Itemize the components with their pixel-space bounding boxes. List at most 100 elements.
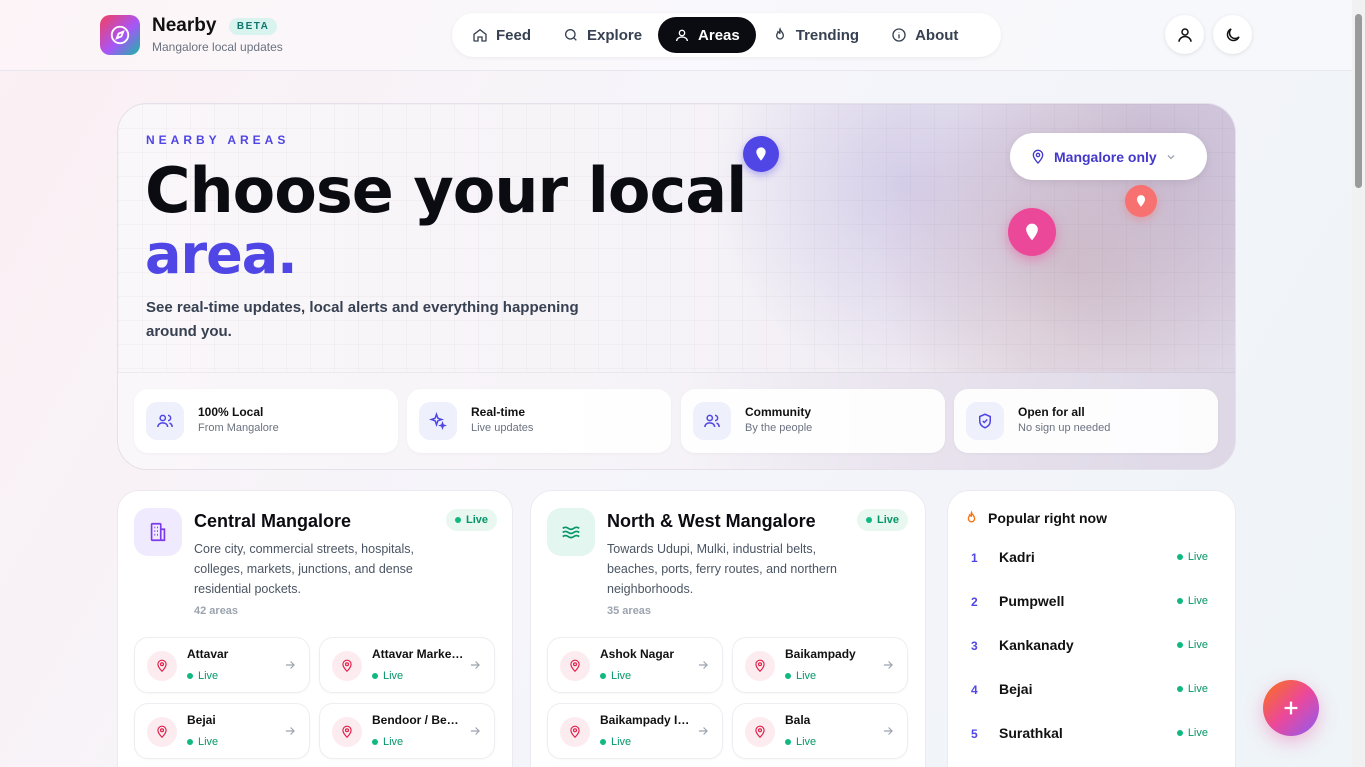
area-live-status: Live bbox=[600, 736, 631, 748]
popular-live-status: Live bbox=[1176, 639, 1208, 651]
area-chip[interactable]: Attavar Live bbox=[134, 637, 310, 693]
area-live-status: Live bbox=[785, 670, 816, 682]
popular-rank: 1 bbox=[971, 551, 978, 565]
create-post-button[interactable] bbox=[1263, 680, 1319, 736]
area-pin-box bbox=[560, 717, 590, 747]
live-label: Live bbox=[877, 514, 900, 526]
popular-live-status: Live bbox=[1176, 683, 1208, 695]
tab-label: About bbox=[915, 26, 959, 44]
brand-subtitle: Mangalore local updates bbox=[152, 40, 283, 54]
map-pin-marker[interactable] bbox=[1125, 185, 1157, 217]
live-label: Live bbox=[466, 514, 489, 526]
flame-icon bbox=[775, 27, 784, 40]
popular-item[interactable]: 1 Kadri Live bbox=[948, 538, 1237, 582]
popular-item[interactable]: 2 Pumpwell Live bbox=[948, 582, 1237, 626]
arrow-right-icon bbox=[470, 661, 480, 669]
popular-panel: Popular right now 1 Kadri Live 2 Pumpwel… bbox=[947, 490, 1236, 767]
sparkles-icon bbox=[429, 412, 447, 430]
area-live-status: Live bbox=[187, 670, 218, 682]
hero-divider bbox=[118, 372, 1235, 373]
hero-title-accent: area. bbox=[145, 223, 298, 286]
area-live-status: Live bbox=[372, 736, 403, 748]
map-pin-icon bbox=[755, 659, 765, 673]
city-select-dropdown[interactable]: Mangalore only bbox=[1010, 133, 1207, 180]
area-chip[interactable]: Ashok Nagar Live bbox=[547, 637, 723, 693]
flame-icon bbox=[967, 510, 976, 523]
area-pin-box bbox=[560, 651, 590, 681]
scrollbar-thumb[interactable] bbox=[1355, 14, 1362, 188]
feature-icon-box bbox=[419, 402, 457, 440]
area-chip[interactable]: Baikampady Industrial Area Live bbox=[547, 703, 723, 759]
hero-title: Choose your local bbox=[145, 154, 747, 227]
popular-item[interactable]: 3 Kankanady Live bbox=[948, 626, 1237, 670]
main-nav: Feed Explore Areas Trending About bbox=[452, 13, 1001, 57]
area-name: Attavar Market Road bbox=[372, 647, 464, 661]
users-icon bbox=[704, 414, 720, 428]
tab-areas[interactable]: Areas bbox=[658, 17, 756, 53]
tab-label: Areas bbox=[698, 26, 740, 44]
popular-rank: 3 bbox=[971, 639, 978, 653]
tab-label: Explore bbox=[587, 26, 643, 44]
arrow-right-icon bbox=[285, 661, 295, 669]
area-pin-box bbox=[147, 651, 177, 681]
popular-name: Pumpwell bbox=[999, 593, 1065, 609]
arrow-right-icon bbox=[883, 661, 893, 669]
arrow-right-icon bbox=[698, 727, 708, 735]
feature-card-open: Open for all No sign up needed bbox=[954, 389, 1218, 453]
live-dot bbox=[455, 517, 461, 523]
tab-about[interactable]: About bbox=[875, 17, 974, 53]
area-pin-box bbox=[332, 717, 362, 747]
map-pin-marker[interactable] bbox=[1008, 208, 1056, 256]
tab-label: Feed bbox=[496, 26, 532, 44]
chevron-down-icon bbox=[1167, 154, 1175, 159]
area-chip[interactable]: Bendoor / Bendurwell Live bbox=[319, 703, 495, 759]
theme-toggle-button[interactable] bbox=[1213, 15, 1252, 54]
profile-button[interactable] bbox=[1165, 15, 1204, 54]
arrow-right-icon bbox=[285, 727, 295, 735]
area-pin-box bbox=[745, 717, 775, 747]
popular-item[interactable]: 4 Bejai Live bbox=[948, 670, 1237, 714]
map-pin-icon bbox=[570, 659, 580, 673]
region-icon-box bbox=[134, 508, 182, 556]
area-name: Bendoor / Bendurwell bbox=[372, 713, 464, 727]
popular-live-status: Live bbox=[1176, 595, 1208, 607]
map-pin-marker[interactable] bbox=[743, 136, 779, 172]
feature-subtitle: By the people bbox=[745, 422, 813, 434]
page-scrollbar[interactable] bbox=[1352, 0, 1365, 767]
arrow-right-icon bbox=[883, 727, 893, 735]
building-icon bbox=[150, 522, 166, 542]
hero-description: See real-time updates, local alerts and … bbox=[146, 299, 579, 340]
arrow-right-icon bbox=[470, 727, 480, 735]
map-pin-icon bbox=[1032, 149, 1044, 164]
area-chip[interactable]: Attavar Market Road Live bbox=[319, 637, 495, 693]
top-header: Nearby BETA Mangalore local updates Feed… bbox=[0, 0, 1352, 71]
area-chip[interactable]: Baikampady Live bbox=[732, 637, 908, 693]
app-logo[interactable] bbox=[100, 15, 140, 55]
area-name: Attavar bbox=[187, 647, 229, 661]
area-chip[interactable]: Bala Live bbox=[732, 703, 908, 759]
area-pin-box bbox=[147, 717, 177, 747]
region-area-count: 42 areas bbox=[194, 605, 239, 617]
region-card-north-west[interactable]: North & West Mangalore Live Towards Udup… bbox=[530, 490, 926, 767]
moon-icon bbox=[1226, 27, 1240, 41]
tab-feed[interactable]: Feed bbox=[456, 17, 547, 53]
area-live-status: Live bbox=[187, 736, 218, 748]
home-icon bbox=[473, 28, 487, 42]
map-pin-icon bbox=[1136, 195, 1146, 207]
area-pin-box bbox=[332, 651, 362, 681]
popular-name: Kankanady bbox=[999, 637, 1074, 653]
feature-card-realtime: Real-time Live updates bbox=[407, 389, 671, 453]
feature-card-local: 100% Local From Mangalore bbox=[134, 389, 398, 453]
popular-name: Surathkal bbox=[999, 725, 1063, 741]
popular-item[interactable]: 5 Surathkal Live bbox=[948, 714, 1237, 758]
plus-icon bbox=[1284, 701, 1298, 715]
tab-trending[interactable]: Trending bbox=[756, 17, 875, 53]
region-card-central[interactable]: Central Mangalore Live Core city, commer… bbox=[117, 490, 513, 767]
tab-explore[interactable]: Explore bbox=[547, 17, 658, 53]
feature-title: Open for all bbox=[1018, 405, 1085, 419]
area-chip[interactable]: Bejai Live bbox=[134, 703, 310, 759]
popular-live-status: Live bbox=[1176, 727, 1208, 739]
map-pin-icon bbox=[157, 725, 167, 739]
area-live-status: Live bbox=[785, 736, 816, 748]
feature-icon-box bbox=[146, 402, 184, 440]
